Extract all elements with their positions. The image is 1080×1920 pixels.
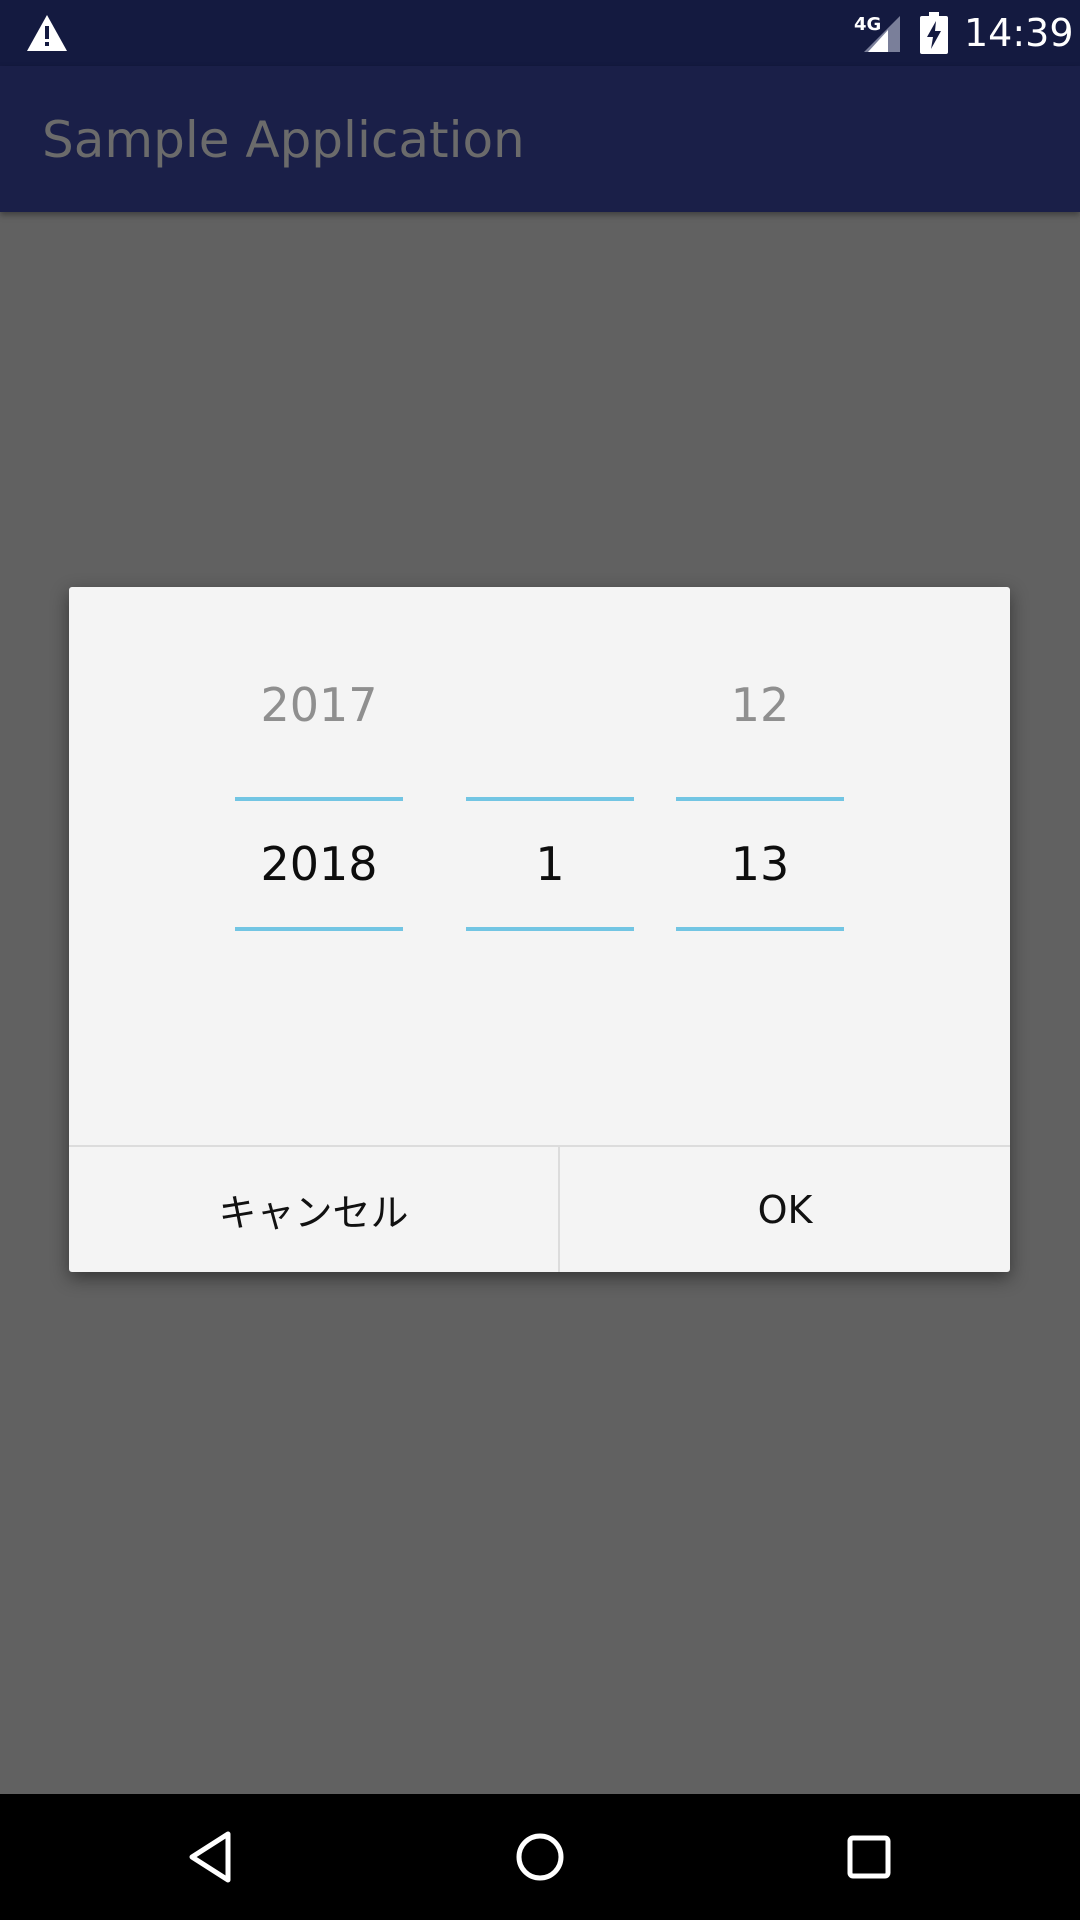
year-picker[interactable]: 2017 2018: [235, 587, 403, 987]
signal-icon: [864, 16, 900, 52]
app-title: Sample Application: [42, 111, 525, 169]
day-previous-value[interactable]: 12: [676, 675, 844, 735]
day-divider-bottom: [676, 927, 844, 931]
month-divider-bottom: [466, 927, 634, 931]
back-icon[interactable]: [180, 1826, 242, 1888]
app-bar: Sample Application: [0, 66, 1080, 212]
recents-icon[interactable]: [838, 1826, 900, 1888]
warning-icon: [27, 15, 67, 51]
status-bar: 4G 14:39: [0, 0, 1080, 66]
year-divider-top: [235, 797, 403, 801]
battery-charging-icon: [920, 12, 948, 54]
status-time: 14:39: [964, 11, 1074, 55]
year-selected-value[interactable]: 2018: [235, 834, 403, 894]
month-picker[interactable]: 1: [466, 587, 634, 987]
day-divider-top: [676, 797, 844, 801]
month-divider-top: [466, 797, 634, 801]
cancel-button[interactable]: キャンセル: [69, 1147, 558, 1272]
month-selected-value[interactable]: 1: [466, 834, 634, 894]
ok-button[interactable]: OK: [560, 1147, 1010, 1272]
day-selected-value[interactable]: 13: [676, 834, 844, 894]
day-picker[interactable]: 12 13: [676, 587, 844, 987]
year-previous-value[interactable]: 2017: [235, 675, 403, 735]
year-divider-bottom: [235, 927, 403, 931]
home-icon[interactable]: [509, 1826, 571, 1888]
date-picker-dialog: 2017 2018 1 12 13 キャンセル OK: [69, 587, 1010, 1272]
dialog-button-row: キャンセル OK: [69, 1145, 1010, 1274]
navigation-bar: [0, 1794, 1080, 1920]
